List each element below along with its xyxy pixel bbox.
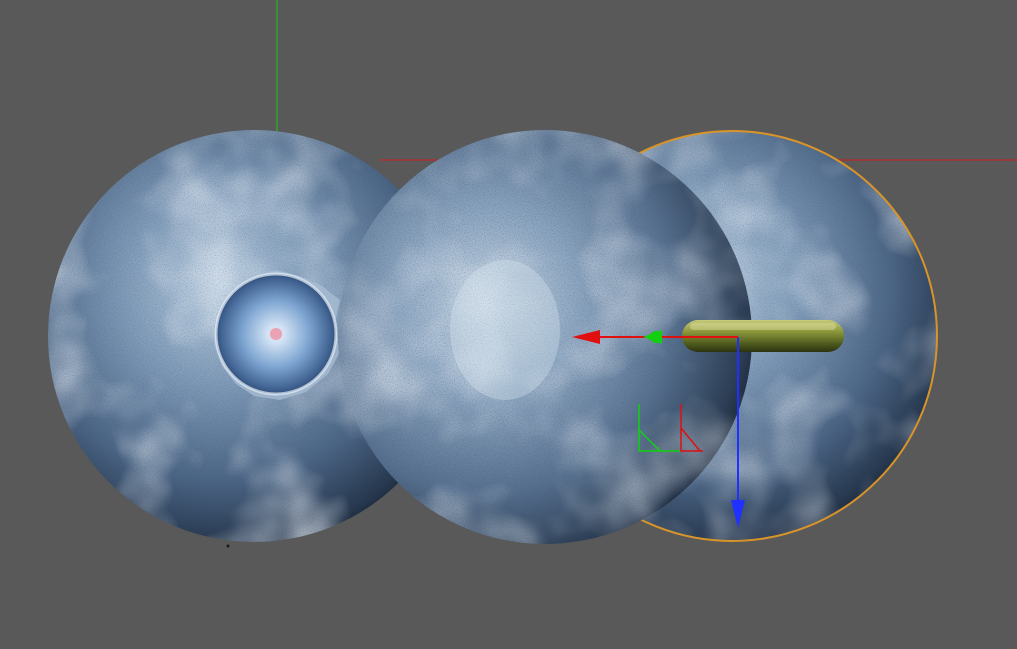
- vertex-dot: [226, 544, 230, 548]
- viewport-canvas[interactable]: [0, 0, 1017, 649]
- 3d-viewport[interactable]: [0, 0, 1017, 649]
